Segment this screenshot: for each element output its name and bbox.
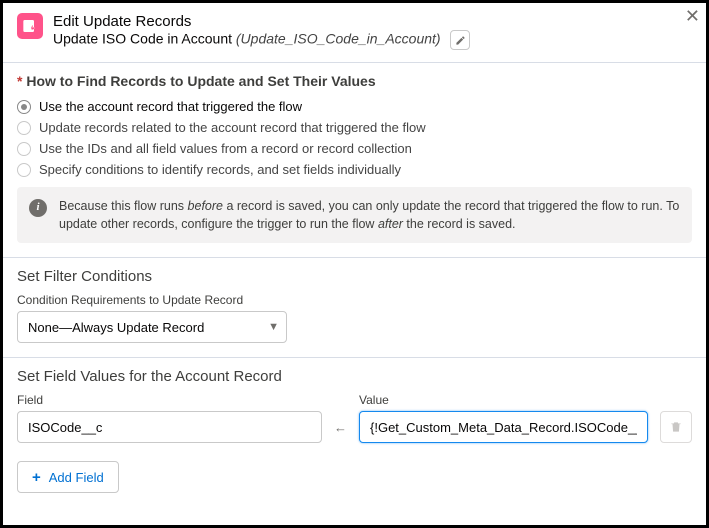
radio-label: Update records related to the account re… [39, 120, 426, 135]
filter-conditions-title: Set Filter Conditions [17, 268, 692, 285]
radio-option-triggering-record[interactable]: Use the account record that triggered th… [17, 99, 692, 114]
field-picker[interactable] [17, 411, 322, 443]
close-button[interactable]: ✕ [685, 7, 700, 25]
info-text: Because this flow runs before a record i… [59, 197, 680, 233]
radio-icon [17, 121, 31, 135]
pencil-icon [455, 35, 466, 46]
info-icon: i [29, 199, 47, 217]
radio-option-specify-conditions[interactable]: Specify conditions to identify records, … [17, 162, 692, 177]
find-records-section: How to Find Records to Update and Set Th… [3, 63, 706, 257]
element-label: Update ISO Code in Account [53, 31, 232, 47]
dialog-subtitle: Update ISO Code in Account (Update_ISO_C… [53, 30, 692, 50]
radio-label: Specify conditions to identify records, … [39, 162, 401, 177]
value-column-label: Value [359, 393, 648, 407]
value-input[interactable] [359, 411, 648, 443]
radio-option-related-records[interactable]: Update records related to the account re… [17, 120, 692, 135]
find-records-title: How to Find Records to Update and Set Th… [17, 73, 692, 89]
radio-icon [17, 163, 31, 177]
radio-label: Use the account record that triggered th… [39, 99, 302, 114]
field-values-title: Set Field Values for the Account Record [17, 368, 692, 385]
field-input[interactable] [17, 411, 322, 443]
add-field-button[interactable]: + Add Field [17, 461, 119, 493]
delete-row-button[interactable] [660, 411, 692, 443]
add-field-label: Add Field [49, 470, 104, 485]
field-column-label: Field [17, 393, 322, 407]
info-callout: i Because this flow runs before a record… [17, 187, 692, 243]
trash-icon [669, 420, 683, 434]
radio-icon [17, 100, 31, 114]
radio-label: Use the IDs and all field values from a … [39, 141, 412, 156]
plus-icon: + [32, 469, 41, 486]
field-values-section: Set Field Values for the Account Record … [3, 358, 706, 507]
update-records-icon [17, 13, 43, 39]
assignment-arrow-icon: ← [334, 411, 347, 443]
condition-requirements-input[interactable] [17, 311, 287, 343]
element-api-name: (Update_ISO_Code_in_Account) [236, 31, 441, 47]
filter-conditions-section: Set Filter Conditions Condition Requirem… [3, 258, 706, 357]
radio-icon [17, 142, 31, 156]
condition-requirements-label: Condition Requirements to Update Record [17, 293, 692, 307]
edit-label-button[interactable] [450, 30, 470, 50]
dialog-title: Edit Update Records [53, 13, 692, 30]
condition-requirements-combobox[interactable]: ▼ [17, 311, 287, 343]
radio-option-ids-and-fields[interactable]: Use the IDs and all field values from a … [17, 141, 692, 156]
dialog-header: Edit Update Records Update ISO Code in A… [3, 3, 706, 63]
